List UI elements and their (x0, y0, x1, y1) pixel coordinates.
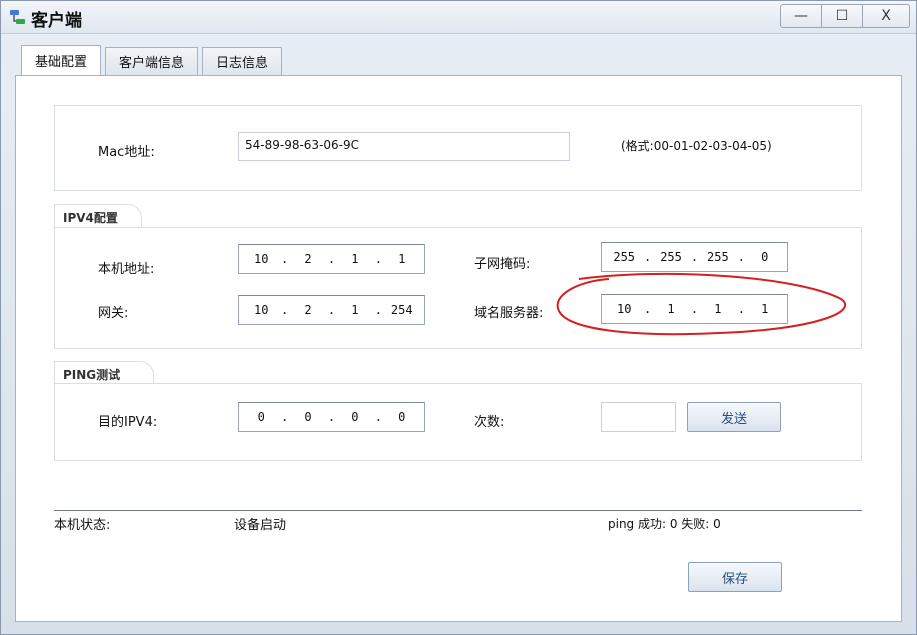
dest-ipv4-input[interactable]: 0. 0. 0. 0 (238, 402, 425, 432)
client-area: 基础配置 客户端信息 日志信息 Mac地址: 54-89-98-63-06-9C… (8, 41, 909, 626)
tab-log-info[interactable]: 日志信息 (202, 47, 283, 75)
ip-octet: 1 (667, 302, 675, 316)
ip-octet: 2 (304, 303, 312, 317)
close-button[interactable]: X (862, 4, 910, 28)
client-window: 客户端 — ☐ X 基础配置 客户端信息 日志信息 Mac地址: 54-89-9… (0, 0, 917, 635)
status-value: 设备启动 (234, 518, 287, 533)
mac-label: Mac地址: (98, 145, 155, 160)
ip-octet: 10 (253, 252, 269, 266)
status-divider (54, 510, 862, 511)
maximize-button[interactable]: ☐ (821, 4, 863, 28)
ip-octet: 255 (613, 250, 636, 264)
ip-octet: 1 (398, 252, 406, 266)
ip-octet: 2 (304, 252, 312, 266)
gateway-label: 网关: (98, 306, 129, 321)
status-label: 本机状态: (54, 518, 111, 533)
basic-config-panel: Mac地址: 54-89-98-63-06-9C (格式:00-01-02-03… (15, 75, 902, 622)
save-button[interactable]: 保存 (688, 562, 782, 592)
ping-count-label: 次数: (474, 415, 505, 430)
ip-octet: 254 (390, 303, 413, 317)
window-title: 客户端 (31, 11, 82, 31)
ip-octet: 10 (616, 302, 632, 316)
tab-client-info[interactable]: 客户端信息 (105, 47, 199, 75)
ip-octet: 0 (257, 410, 265, 424)
network-client-icon (10, 10, 25, 24)
ip-octet: 0 (398, 410, 406, 424)
tab-strip: 基础配置 客户端信息 日志信息 (21, 45, 286, 75)
send-button[interactable]: 发送 (687, 402, 781, 432)
ipv4-section-tab: IPV4配置 (54, 204, 142, 228)
local-address-input[interactable]: 10. 2. 1. 1 (238, 244, 425, 274)
ip-octet: 255 (707, 250, 729, 264)
minimize-button[interactable]: — (780, 4, 822, 28)
title-bar[interactable]: 客户端 — ☐ X (1, 1, 916, 34)
ip-octet: 0 (351, 410, 359, 424)
mac-box: Mac地址: 54-89-98-63-06-9C (格式:00-01-02-03… (54, 105, 862, 191)
ip-octet: 1 (714, 302, 722, 316)
tab-basic-config[interactable]: 基础配置 (21, 45, 102, 75)
ip-octet: 1 (351, 252, 359, 266)
ping-count-input[interactable] (601, 402, 676, 432)
ping-result: ping 成功: 0 失败: 0 (608, 517, 721, 531)
subnet-mask-input[interactable]: 255. 255. 255. 0 (601, 242, 788, 272)
mac-format-hint: (格式:00-01-02-03-04-05) (621, 139, 772, 153)
ip-octet: 0 (304, 410, 312, 424)
ping-box: 目的IPV4: 0. 0. 0. 0 次数: 发送 (54, 383, 862, 461)
ip-octet: 10 (253, 303, 269, 317)
dns-server-input[interactable]: 10. 1. 1. 1 (601, 294, 788, 324)
local-address-label: 本机地址: (98, 262, 155, 277)
subnet-mask-label: 子网掩码: (474, 257, 531, 272)
dest-ipv4-label: 目的IPV4: (98, 415, 158, 430)
window-controls: — ☐ X (780, 4, 910, 28)
gateway-input[interactable]: 10. 2. 1. 254 (238, 295, 425, 325)
ipv4-box: 本机地址: 10. 2. 1. 1 子网掩码: 255. 255. 255. 0… (54, 227, 862, 349)
ping-section-tab: PING测试 (54, 361, 154, 385)
ip-octet: 0 (761, 250, 769, 264)
ip-octet: 255 (660, 250, 682, 264)
dns-server-label: 域名服务器: (474, 306, 544, 321)
ip-octet: 1 (351, 303, 359, 317)
mac-input[interactable]: 54-89-98-63-06-9C (238, 132, 570, 161)
ip-octet: 1 (761, 302, 769, 316)
